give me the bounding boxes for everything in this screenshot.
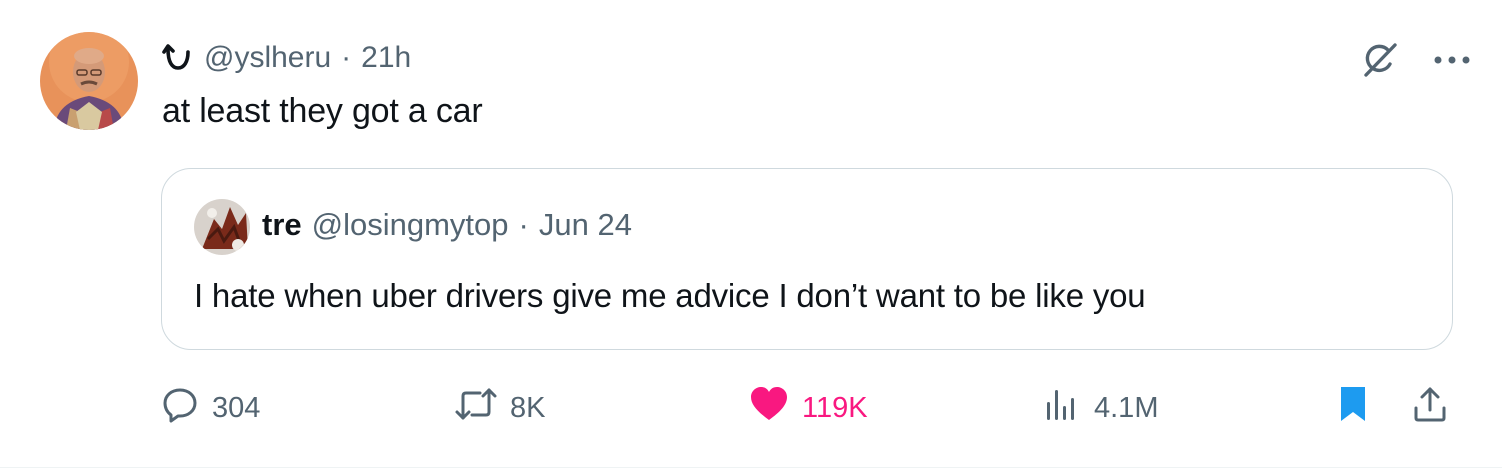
views-icon bbox=[1042, 384, 1082, 432]
header-separator: · bbox=[341, 41, 352, 74]
tweet-text: at least they got a car bbox=[162, 92, 483, 130]
quoted-tweet-text: I hate when uber drivers give me advice … bbox=[194, 277, 1146, 314]
views-button[interactable]: 4.1M bbox=[1042, 384, 1158, 432]
reply-icon bbox=[160, 384, 200, 432]
quoted-author-handle[interactable]: @losingmytop bbox=[312, 207, 509, 243]
reply-button[interactable]: 304 bbox=[160, 384, 260, 432]
repost-icon bbox=[454, 384, 498, 432]
reply-count: 304 bbox=[212, 391, 261, 424]
tweet-top-actions bbox=[1358, 38, 1474, 82]
quoted-tweet-date[interactable]: Jun 24 bbox=[539, 207, 632, 243]
like-button[interactable]: 119K bbox=[748, 384, 868, 432]
author-avatar[interactable] bbox=[40, 32, 138, 130]
share-icon bbox=[1410, 384, 1450, 432]
repost-count: 8K bbox=[510, 391, 546, 424]
heart-icon bbox=[748, 384, 790, 432]
share-button[interactable] bbox=[1410, 384, 1450, 432]
tweet-action-bar: 304 8K 119K 4.1M bbox=[160, 384, 1460, 432]
tweet-time[interactable]: 21h bbox=[361, 41, 411, 75]
handle-symbol-icon bbox=[162, 42, 194, 74]
views-count: 4.1M bbox=[1094, 391, 1159, 424]
quoted-header-separator: · bbox=[518, 207, 529, 242]
like-count: 119K bbox=[802, 391, 868, 424]
repost-button[interactable]: 8K bbox=[454, 384, 545, 432]
quoted-author-avatar[interactable] bbox=[194, 199, 250, 255]
bookmark-button[interactable] bbox=[1336, 384, 1370, 432]
author-handle[interactable]: @yslheru bbox=[204, 41, 331, 75]
tweet-header: @yslheru · 21h bbox=[162, 38, 411, 78]
tweet-card[interactable]: @yslheru · 21h at least they got a car t… bbox=[0, 0, 1502, 468]
bookmark-icon bbox=[1336, 384, 1370, 432]
more-icon[interactable] bbox=[1430, 38, 1474, 82]
quoted-tweet[interactable]: tre @losingmytop · Jun 24 I hate when ub… bbox=[161, 168, 1453, 350]
grok-icon[interactable] bbox=[1358, 38, 1402, 82]
quoted-author-name[interactable]: tre bbox=[262, 207, 302, 243]
quoted-tweet-header: tre @losingmytop · Jun 24 bbox=[262, 207, 632, 243]
